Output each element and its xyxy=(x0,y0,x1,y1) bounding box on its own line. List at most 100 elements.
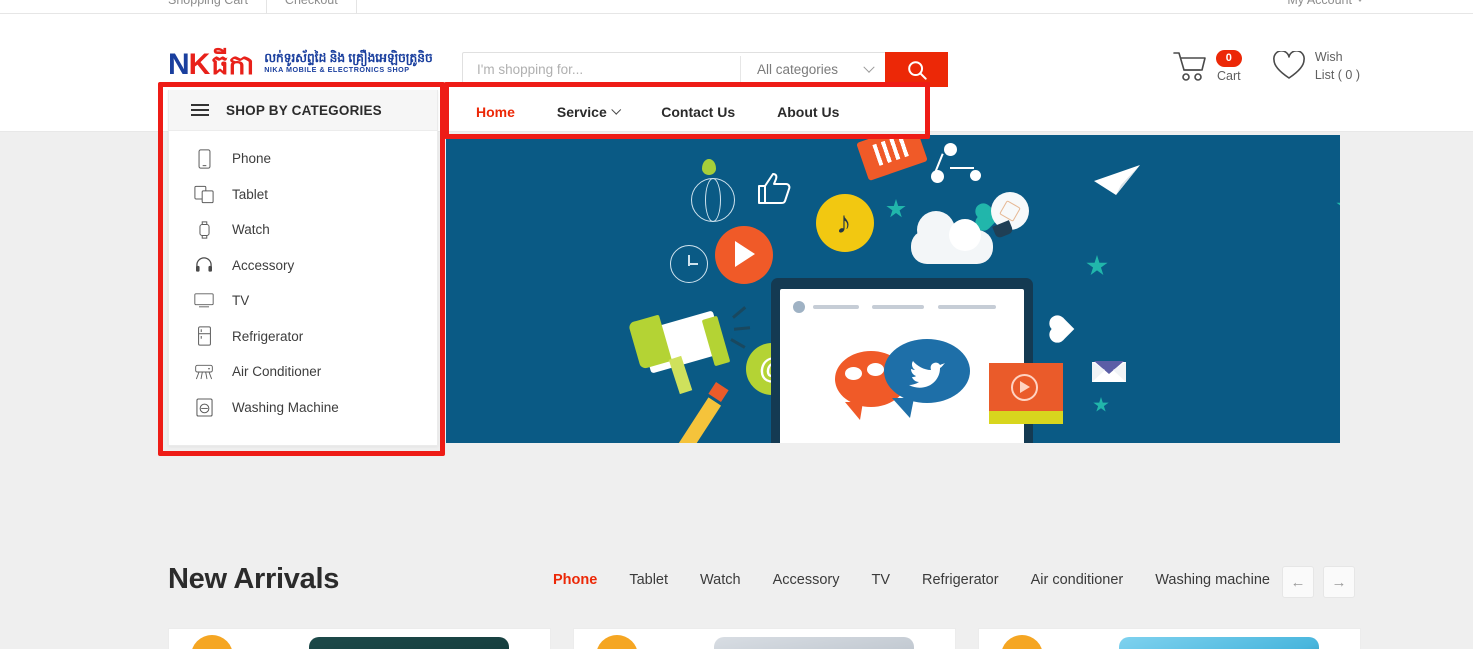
shop-by-categories-label: SHOP BY CATEGORIES xyxy=(226,103,382,118)
nav-label: Home xyxy=(476,104,515,120)
product-image xyxy=(1119,637,1319,649)
tab-washing-machine[interactable]: Washing machine xyxy=(1139,572,1286,588)
topbar-link-shopping-cart[interactable]: Shopping Cart xyxy=(168,0,267,14)
sidebar-label: Air Conditioner xyxy=(232,364,321,379)
wishlist-widget[interactable]: Wish List ( 0 ) xyxy=(1272,48,1360,84)
share-link-2 xyxy=(950,167,974,169)
search-input[interactable] xyxy=(463,53,740,86)
sidebar-item-tv[interactable]: TV xyxy=(169,283,437,319)
topbar-link-checkout[interactable]: Checkout xyxy=(267,0,357,14)
main-navigation: Home Service Contact Us About Us xyxy=(455,92,860,132)
tab-watch[interactable]: Watch xyxy=(684,572,757,588)
cart-widget[interactable]: 0 Cart xyxy=(1172,50,1242,83)
hamburger-menu-icon xyxy=(191,104,209,116)
sidebar-item-air-conditioner[interactable]: Air Conditioner xyxy=(169,354,437,390)
wishlist-line-1: Wish xyxy=(1315,48,1360,66)
topbar-links: Shopping Cart Checkout xyxy=(168,0,1353,14)
discount-badge xyxy=(1001,635,1043,649)
logo-letter-n: N xyxy=(168,50,189,80)
envelope-icon xyxy=(1092,357,1126,383)
sidebar-item-tablet[interactable]: Tablet xyxy=(169,177,437,213)
paper-plane-icon xyxy=(1094,165,1142,199)
logo-letter-k: K xyxy=(189,50,210,80)
share-node-bottom-right xyxy=(970,170,981,181)
logo-tagline-khmer: លក់ទូរស័ព្ទដៃ និង គ្រឿងអេឡិចត្រូនិច xyxy=(264,51,432,65)
site-logo[interactable]: NKធីកា លក់ទូរស័ព្ទដៃ និង គ្រឿងអេឡិចត្រូន… xyxy=(168,50,433,80)
search-button[interactable] xyxy=(885,52,948,87)
page-title: New Arrivals xyxy=(168,563,339,596)
watch-icon xyxy=(194,220,214,240)
sidebar-item-refrigerator[interactable]: Refrigerator xyxy=(169,319,437,355)
nav-item-service[interactable]: Service xyxy=(536,92,640,132)
chevron-down-icon xyxy=(611,105,620,114)
carousel-next-button[interactable]: → xyxy=(1323,566,1355,598)
avatar-dot xyxy=(793,301,805,313)
tab-phone[interactable]: Phone xyxy=(553,572,613,588)
speech-dot xyxy=(845,367,862,380)
hero-illustration: ♪ xyxy=(446,135,1340,443)
shop-by-categories-header[interactable]: SHOP BY CATEGORIES xyxy=(169,90,437,131)
product-card[interactable] xyxy=(168,628,551,649)
sidebar-item-washing-machine[interactable]: Washing Machine xyxy=(169,390,437,426)
headphones-icon xyxy=(194,257,214,273)
search-category-value: All categories xyxy=(757,62,838,77)
site-header: NKធីកា លក់ទូរស័ព្ទដៃ និង គ្រឿងអេឡិចត្រូន… xyxy=(0,14,1473,92)
cloud-puff-2 xyxy=(949,219,981,251)
my-account-label: My Account xyxy=(1287,0,1352,7)
product-image xyxy=(309,637,509,649)
sidebar-label: TV xyxy=(232,293,249,308)
nav-item-about-us[interactable]: About Us xyxy=(756,92,860,132)
tab-accessory[interactable]: Accessory xyxy=(757,572,856,588)
discount-badge xyxy=(596,635,638,649)
my-account-menu[interactable]: My Account xyxy=(1287,0,1363,14)
heart-icon-white xyxy=(1052,318,1075,341)
tab-air-conditioner[interactable]: Air conditioner xyxy=(1015,572,1140,588)
tablet-icon xyxy=(194,185,214,204)
nav-label: Contact Us xyxy=(661,104,735,120)
map-pin-icon xyxy=(702,159,716,175)
sidebar-item-watch[interactable]: Watch xyxy=(169,212,437,248)
page-root: Shopping Cart Checkout My Account NKធីកា… xyxy=(0,0,1473,649)
video-card-footer xyxy=(989,411,1063,424)
placeholder-line xyxy=(813,305,859,309)
sidebar-label: Refrigerator xyxy=(232,329,303,344)
wishlist-text: Wish List ( 0 ) xyxy=(1315,48,1360,84)
video-play-triangle xyxy=(1020,381,1030,393)
product-card[interactable] xyxy=(978,628,1361,649)
nav-item-home[interactable]: Home xyxy=(455,92,536,132)
new-arrivals-filter-tabs: Phone Tablet Watch Accessory TV Refriger… xyxy=(553,572,1286,588)
tablet-screen xyxy=(780,289,1024,443)
sidebar-label: Accessory xyxy=(232,258,294,273)
thumbs-up-icon xyxy=(756,171,792,205)
play-triangle-icon xyxy=(735,241,755,267)
category-list: Phone Tablet Watch xyxy=(169,131,437,433)
search-bar: All categories xyxy=(462,52,948,87)
hero-banner[interactable]: ♪ xyxy=(446,135,1340,443)
shop-by-categories-panel: SHOP BY CATEGORIES Phone Tablet xyxy=(168,90,438,446)
refrigerator-icon xyxy=(194,326,214,346)
wishlist-line-2: List ( 0 ) xyxy=(1315,66,1360,84)
tab-refrigerator[interactable]: Refrigerator xyxy=(906,572,1015,588)
product-image xyxy=(714,637,914,649)
logo-khmer-name: ធីកា xyxy=(211,52,254,79)
washing-machine-icon xyxy=(194,398,214,417)
cart-count-badge: 0 xyxy=(1216,50,1242,67)
heart-icon xyxy=(1272,51,1306,81)
product-card[interactable] xyxy=(573,628,956,649)
nav-item-contact-us[interactable]: Contact Us xyxy=(640,92,756,132)
tab-tablet[interactable]: Tablet xyxy=(613,572,684,588)
chevron-down-icon xyxy=(863,61,874,72)
tab-tv[interactable]: TV xyxy=(855,572,906,588)
carousel-prev-button[interactable]: ← xyxy=(1282,566,1314,598)
air-conditioner-icon xyxy=(194,363,214,381)
megaphone-sound-line xyxy=(734,326,750,330)
megaphone-sound-line xyxy=(732,306,746,318)
star-icon xyxy=(1086,255,1108,277)
sidebar-item-phone[interactable]: Phone xyxy=(169,141,437,177)
carousel-controls: ← → xyxy=(1282,566,1355,598)
phone-icon xyxy=(194,149,214,169)
sidebar-item-accessory[interactable]: Accessory xyxy=(169,248,437,284)
sidebar-label: Tablet xyxy=(232,187,268,202)
search-icon xyxy=(906,59,928,81)
search-category-select[interactable]: All categories xyxy=(741,53,885,86)
